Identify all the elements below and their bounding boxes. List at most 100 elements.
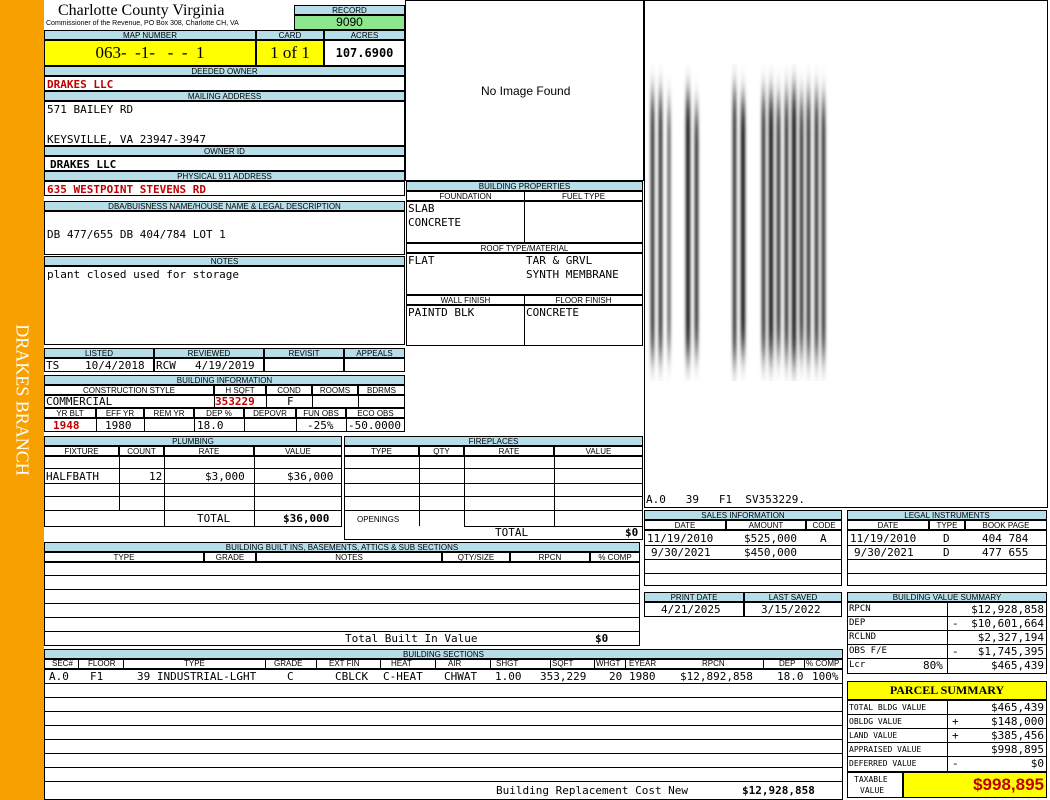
ps-obldg-label: OBLDG VALUE [849,717,902,726]
bs-h-air: AIR [448,659,462,668]
legal-bookpage-header: BOOK PAGE [965,520,1047,530]
bs-h-eyear: EYEAR [629,659,657,668]
taxable-label-2: VALUE [860,786,885,795]
bs-h-extfin: EXT FIN [329,659,360,668]
legal-type-header: TYPE [929,520,965,530]
wall-finish-header: WALL FINISH [406,295,525,305]
construction-style: COMMERCIAL [46,395,113,408]
bs-air: CHWAT [444,670,478,683]
bs-h-sec: SEC# [52,659,73,668]
no-image-text: No Image Found [481,84,571,98]
bvs-lcr-pct: 80% [923,659,943,672]
dep-pct: 18.0 [197,419,224,432]
bs-sec: A.0 [49,670,69,683]
depovr-header: DEPOVR [244,408,296,418]
bvs-lcr-label: Lcr [849,660,866,670]
plumb-value-header: VALUE [254,446,342,456]
bvs-rpcn-label: RPCN [849,604,871,614]
plumb-total-label: TOTAL [197,512,231,525]
fuel-type-box [524,201,643,243]
listed-date: 10/4/2018 [85,359,145,372]
bs-h-rpcn: RPCN [702,659,725,668]
bi-total-value: $0 [595,632,609,645]
dep-pct-header: DEP % [194,408,244,418]
mailing-line-2: KEYSVILLE, VA 23947-3947 [47,133,206,146]
bs-h-comp: % COMP [806,659,840,668]
listed-box: TS 10/4/2018 [44,358,154,372]
commissioner-text: Commissioner of the Revenue, PO Box 308,… [46,20,239,27]
print-date-header: PRINT DATE [644,592,744,602]
sale-1-amount: $525,000 [744,532,797,545]
card-value: 1 of 1 [256,40,324,66]
plumb-rate-header: RATE [164,446,254,456]
brcn-value: $12,928,858 [742,784,815,797]
bvs-dep-sign: - [952,617,959,630]
physical-address-header: PHYSICAL 911 ADDRESS [44,171,405,181]
construction-row: COMMERCIAL 353229 F [44,395,405,408]
bi-comp-header: % COMP [590,552,640,562]
bvs-dep-value: $10,601,664 [971,617,1044,630]
floor-finish: CONCRETE [526,306,579,319]
legal-2-date: 9/30/2021 [854,546,914,559]
ps-land-label: LAND VALUE [849,731,898,740]
sale-1-code: A [820,532,827,545]
print-date: 4/21/2025 [661,603,721,616]
eff-yr: 1980 [105,419,132,432]
bvs-dep-label: DEP [849,618,866,628]
roof-2: TAR & GRVL [526,254,593,267]
appeals-header: APPEALS [344,348,405,358]
yr-row: 1948 1980 18.0 -25% -50.0000 [44,418,405,432]
sales-header: SALES INFORMATION [644,510,842,520]
bs-type: 39 INDUSTRIAL-LGHT [137,670,257,683]
revisit-box [264,358,344,372]
bs-sqft: 353,229 [540,670,587,683]
roof-box: FLAT TAR & GRVL SYNTH MEMBRANE [406,253,643,295]
bs-dep: 18.0 [777,670,804,683]
owner-id-header: OWNER ID [44,146,405,156]
ps-land-sign: + [952,729,959,742]
fp-type-header: TYPE [344,446,419,456]
bvs-obs-label: OBS F/E [849,646,887,656]
bs-grade: C [287,670,294,683]
sketch-box: A.0 39 F1 SV353229. [644,0,1048,508]
ps-total-bldg-label: TOTAL BLDG VALUE [849,703,927,712]
sales-code-header: CODE [806,520,842,530]
notes-header: NOTES [44,256,405,266]
bs-header-labels: SEC# FLOOR TYPE GRADE EXT FIN HEAT AIR S… [44,659,843,669]
plumb-total-value: $36,000 [283,512,330,525]
sales-amount-header: AMOUNT [726,520,806,530]
bi-rpcn-header: RPCN [510,552,590,562]
bs-whgt: 20 [609,670,623,683]
bvs-rpcn-value: $12,928,858 [971,603,1044,616]
ps-obldg-value: $148,000 [991,715,1044,728]
reviewed-by: RCW [156,359,176,372]
sales-date-header: DATE [644,520,726,530]
dba-value: DB 477/655 DB 404/784 LOT 1 [47,228,226,241]
bs-h-grade: GRADE [274,659,303,668]
ps-deferred-value: $0 [1030,757,1044,770]
ps-total-bldg-value: $465,439 [991,701,1044,714]
bvs-rclnd-value: $2,327,194 [977,631,1044,644]
legal-header: LEGAL INSTRUMENTS [847,510,1047,520]
ps-deferred-sign: - [952,757,959,770]
reviewed-date: 4/19/2019 [195,359,255,372]
rem-yr-header: REM YR [144,408,194,418]
bi-qty-header: QTY/SIZE [442,552,510,562]
plumbing-header: PLUMBING [44,436,342,446]
taxable-label-1: TAXABLE [854,775,888,784]
building-info-header: BUILDING INFORMATION [44,375,405,385]
bi-grade-header: GRADE [204,552,256,562]
fp-value-header: VALUE [554,446,643,456]
wall-finish: PAINTD BLK [408,306,475,319]
map-number: 063- -1- - - 1 [44,40,256,66]
owner-id-box: DRAKES LLC [44,156,405,171]
parcel-summary-title: PARCEL SUMMARY [847,681,1047,700]
last-saved: 3/15/2022 [761,603,821,616]
dba-header: DBA/BUISNESS NAME/HOUSE NAME & LEGAL DES… [44,201,405,211]
last-saved-box: 3/15/2022 [744,602,842,617]
ps-deferred-label: DEFERRED VALUE [849,759,917,768]
foundation-1: SLAB [408,202,435,215]
record-header: RECORD [294,5,405,15]
fun-obs-header: FUN OBS [296,408,346,418]
taxable-value: $998,895 [973,775,1044,794]
